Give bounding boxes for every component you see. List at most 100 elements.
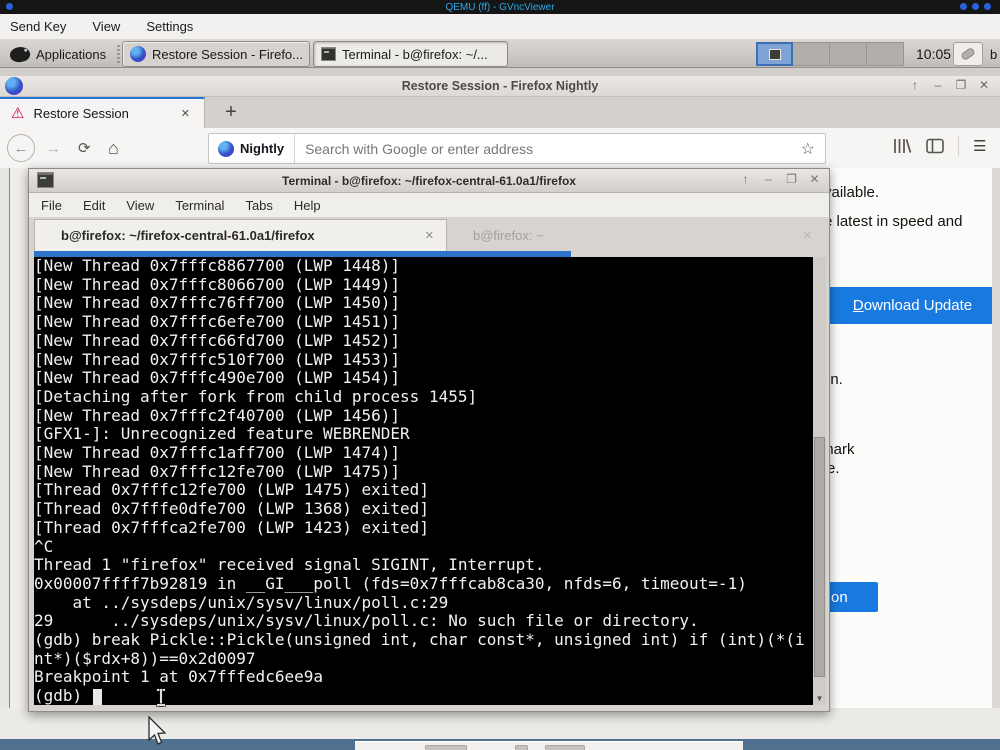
terminal-app-icon [37, 172, 54, 188]
tray-button[interactable] [953, 42, 983, 66]
warning-icon: ⚠ [11, 105, 25, 122]
applications-icon [8, 44, 32, 64]
workspace-pager [756, 42, 904, 66]
page-content-divider [9, 168, 10, 738]
url-bar[interactable]: Nightly ☆ [208, 133, 826, 164]
gdb-prompt: (gdb) [34, 686, 92, 705]
back-button[interactable]: ← [7, 134, 35, 162]
menu-edit[interactable]: Edit [83, 198, 105, 213]
menu-terminal[interactable]: Terminal [175, 198, 224, 213]
page-text-fragment: vailable. [824, 184, 880, 201]
back-icon: ← [13, 139, 29, 157]
vnc-control-dot[interactable] [984, 3, 991, 10]
desktop-taskbar: Applications Restore Session - Firefo...… [0, 40, 1000, 68]
vnc-menubar: Send Key View Settings [0, 14, 1000, 40]
page-scrollbar[interactable] [992, 168, 1000, 738]
tab-close-icon[interactable]: ✕ [425, 229, 434, 242]
scrollbar-down-arrow[interactable]: ▼ [813, 692, 826, 705]
navbar-right-icons: ☰ [893, 136, 986, 156]
toolbar-separator [958, 136, 959, 156]
terminal-tab-active[interactable]: b@firefox: ~/firefox-central-61.0a1/fire… [34, 219, 447, 251]
background-window-button [425, 745, 467, 750]
identity-chip[interactable]: Nightly [209, 134, 296, 163]
minimize-button[interactable]: – [932, 78, 944, 92]
close-button[interactable]: ✕ [808, 172, 821, 186]
workspace-1[interactable] [756, 42, 793, 66]
terminal-scrollbar[interactable]: ▼ [813, 257, 826, 705]
taskbar-item-firefox[interactable]: Restore Session - Firefo... [122, 41, 310, 67]
menu-file[interactable]: File [41, 198, 62, 213]
maximize-button[interactable]: ❐ [785, 172, 798, 186]
terminal-titlebar[interactable]: Terminal - b@firefox: ~/firefox-central-… [29, 169, 829, 193]
tab-close-icon[interactable]: ✕ [803, 229, 812, 242]
menu-help[interactable]: Help [294, 198, 321, 213]
hamburger-menu-icon[interactable]: ☰ [973, 137, 986, 155]
scrollbar-thumb[interactable] [814, 437, 825, 677]
minimize-button[interactable]: – [762, 172, 775, 186]
terminal-tab-inactive[interactable]: b@firefox: ~ ✕ [447, 219, 824, 251]
firefox-app-icon [5, 77, 23, 95]
menu-send-key[interactable]: Send Key [10, 19, 66, 34]
address-input[interactable] [295, 140, 801, 157]
new-tab-button[interactable]: + [216, 97, 246, 128]
taskbar-item-label: Terminal - b@firefox: ~/... [342, 46, 488, 62]
background-window-button [545, 745, 585, 750]
mouse-cursor [148, 716, 167, 745]
firefox-nightly-icon [130, 46, 146, 62]
shade-button[interactable]: ↑ [739, 172, 752, 186]
menu-settings[interactable]: Settings [146, 19, 193, 34]
close-button[interactable]: ✕ [978, 78, 990, 92]
workspace-2[interactable] [793, 42, 830, 66]
forward-button[interactable]: → [46, 140, 61, 157]
terminal-output: [New Thread 0x7fffc8867700 (LWP 1448)] [… [34, 257, 805, 687]
terminal-window-controls: ↑ – ❐ ✕ [739, 172, 821, 186]
tab-label: Restore Session [33, 106, 129, 121]
taskbar-item-label: Restore Session - Firefo... [152, 46, 303, 62]
menu-view[interactable]: View [92, 19, 120, 34]
nightly-label: Nightly [240, 141, 285, 156]
terminal-window-title: Terminal - b@firefox: ~/firefox-central-… [282, 173, 576, 188]
restore-button[interactable]: ❐ [955, 78, 967, 92]
tab-close-icon[interactable]: ✕ [181, 107, 190, 120]
terminal-cursor [92, 688, 102, 705]
shade-button[interactable]: ↑ [909, 78, 921, 92]
vnc-window-title: QEMU (ff) - GVncViewer [445, 1, 555, 13]
firefox-titlebar[interactable]: Restore Session - Firefox Nightly [0, 76, 1000, 97]
bookmark-star-icon[interactable]: ☆ [801, 139, 815, 159]
reload-button[interactable]: ⟳ [78, 139, 91, 157]
firefox-window-edge [0, 68, 1000, 76]
page-content-left [0, 168, 28, 738]
page-content-right [810, 168, 992, 708]
terminal-tab-label: b@firefox: ~ [473, 227, 544, 243]
home-button[interactable]: ⌂ [108, 138, 119, 159]
workspace-window-thumb [768, 48, 781, 60]
terminal-menubar: File Edit View Terminal Tabs Help [29, 193, 829, 217]
taskbar-item-terminal[interactable]: Terminal - b@firefox: ~/... [313, 41, 508, 67]
vnc-viewport: QEMU (ff) - GVncViewer Send Key View Set… [0, 0, 1000, 750]
workspace-4[interactable] [867, 42, 904, 66]
sidebar-icon[interactable] [926, 138, 944, 154]
vnc-window-dot [6, 3, 13, 10]
terminal-window: Terminal - b@firefox: ~/firefox-central-… [28, 168, 830, 712]
library-icon[interactable] [893, 138, 912, 154]
menu-tabs[interactable]: Tabs [245, 198, 272, 213]
clock[interactable]: 10:05 [916, 46, 951, 62]
user-label: b [990, 47, 998, 62]
terminal-prompt-line: (gdb) [34, 686, 813, 705]
download-update-button[interactable]: Download Update [829, 287, 996, 324]
panel-handle [117, 45, 120, 63]
terminal-screen[interactable]: [New Thread 0x7fffc8867700 (LWP 1448)] [… [34, 257, 813, 705]
terminal-tab-label: b@firefox: ~/firefox-central-61.0a1/fire… [61, 228, 315, 243]
vnc-control-dot[interactable] [960, 3, 967, 10]
menu-view[interactable]: View [126, 198, 154, 213]
tab-restore-session[interactable]: ⚠ Restore Session ✕ [0, 97, 205, 128]
terminal-tabbar: b@firefox: ~/firefox-central-61.0a1/fire… [29, 217, 829, 251]
firefox-window-title: Restore Session - Firefox Nightly [401, 79, 599, 93]
terminal-icon [321, 47, 336, 61]
vnc-control-dot[interactable] [972, 3, 979, 10]
nightly-icon [218, 140, 234, 157]
tray-icon [959, 46, 977, 62]
applications-menu-button[interactable]: Applications [2, 41, 114, 67]
text-cursor-pointer [157, 689, 165, 706]
workspace-3[interactable] [830, 42, 867, 66]
